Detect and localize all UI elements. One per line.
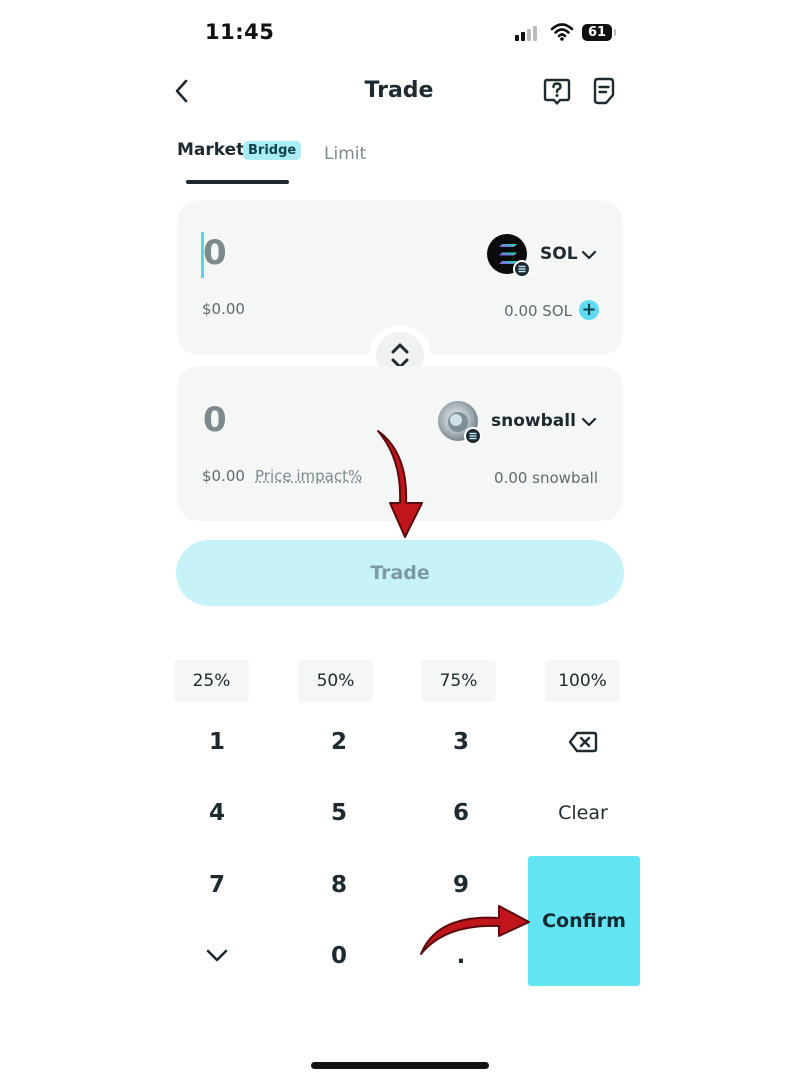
snowball-token-icon: [438, 401, 482, 445]
chevron-down-icon: [581, 417, 597, 427]
chevron-down-icon: [206, 949, 228, 962]
receive-amount: 0: [203, 400, 227, 440]
collapse-keypad-button[interactable]: [167, 930, 267, 982]
pay-usd-value: $0.00: [202, 300, 245, 318]
history-icon[interactable]: [590, 76, 618, 106]
backspace-icon: [568, 731, 598, 753]
confirm-button[interactable]: Confirm: [528, 856, 640, 986]
key-0[interactable]: 0: [289, 930, 389, 982]
key-4[interactable]: 4: [167, 787, 267, 839]
key-6[interactable]: 6: [411, 787, 511, 839]
percent-25-button[interactable]: 25%: [174, 660, 249, 702]
clear-key[interactable]: Clear: [533, 787, 633, 839]
key-3[interactable]: 3: [411, 716, 511, 768]
chevron-down-icon: [581, 250, 597, 260]
pay-token-select[interactable]: SOL: [487, 234, 602, 278]
status-time: 11:45: [205, 20, 275, 44]
percent-50-button[interactable]: 50%: [298, 660, 373, 702]
pay-token-name: SOL: [540, 244, 578, 264]
bridge-badge: Bridge: [243, 141, 302, 160]
cellular-signal-icon: [515, 25, 541, 41]
sol-token-icon: [487, 234, 531, 278]
plus-icon[interactable]: +: [579, 300, 599, 320]
home-indicator: [311, 1062, 489, 1069]
receive-token-name: snowball: [491, 411, 576, 431]
key-5[interactable]: 5: [289, 787, 389, 839]
backspace-key[interactable]: [533, 716, 633, 768]
key-1[interactable]: 1: [167, 716, 267, 768]
key-2[interactable]: 2: [289, 716, 389, 768]
key-8[interactable]: 8: [289, 859, 389, 911]
pay-amount-input[interactable]: 0: [203, 233, 227, 273]
tab-market[interactable]: Market: [177, 140, 244, 160]
receive-usd-value: $0.00: [202, 467, 245, 485]
pay-token-balance: 0.00 SOL: [504, 302, 572, 320]
receive-token-select[interactable]: snowball: [438, 401, 603, 445]
tab-limit[interactable]: Limit: [324, 144, 366, 164]
price-impact-link[interactable]: Price impact%: [255, 467, 362, 485]
key-7[interactable]: 7: [167, 859, 267, 911]
page-title: Trade: [364, 78, 434, 103]
annotation-arrow-down: [377, 430, 423, 538]
percent-100-button[interactable]: 100%: [545, 660, 620, 702]
help-icon[interactable]: [543, 76, 571, 106]
trade-button[interactable]: Trade: [176, 540, 624, 606]
wifi-icon: [550, 23, 574, 41]
annotation-arrow-right: [420, 905, 530, 955]
active-tab-indicator: [186, 180, 289, 184]
receive-token-balance: 0.00 snowball: [494, 469, 598, 487]
percent-75-button[interactable]: 75%: [421, 660, 496, 702]
battery-indicator: 61: [582, 24, 616, 41]
